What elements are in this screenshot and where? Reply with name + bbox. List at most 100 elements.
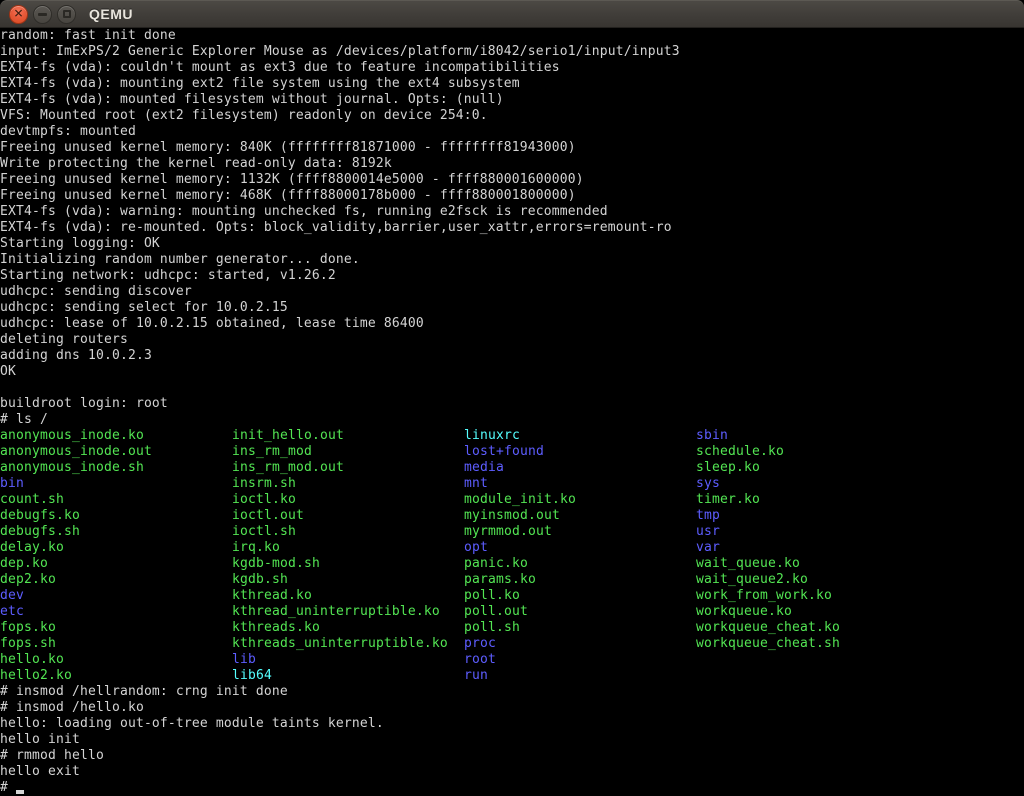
terminal-line: anonymous_inode.shins_rm_mod.outmediasle… — [0, 460, 1024, 476]
terminal-text-segment: insrm.sh — [232, 476, 296, 492]
terminal-text-segment: Starting network: udhcpc: started, v1.26… — [0, 268, 336, 284]
terminal-text-segment: root — [464, 652, 496, 668]
terminal-line: EXT4-fs (vda): mounting ext2 file system… — [0, 76, 1024, 92]
terminal-text-segment: # insmod /hellrandom: crng init done — [0, 684, 288, 700]
titlebar[interactable]: ✕ QEMU — [0, 0, 1024, 28]
terminal-line: Starting network: udhcpc: started, v1.26… — [0, 268, 1024, 284]
terminal-text-segment: ioctl.ko — [232, 492, 296, 508]
terminal-text-segment: lost+found — [464, 444, 544, 460]
terminal-text-segment: hello.ko — [0, 652, 64, 668]
minimize-button[interactable] — [33, 5, 52, 24]
terminal-text-segment: Freeing unused kernel memory: 1132K (fff… — [0, 172, 584, 188]
terminal-text-segment: OK — [0, 364, 16, 380]
terminal-line: devtmpfs: mounted — [0, 124, 1024, 140]
terminal-line: fops.kokthreads.kopoll.shworkqueue_cheat… — [0, 620, 1024, 636]
terminal-text-segment: deleting routers — [0, 332, 128, 348]
terminal-text-segment: tmp — [696, 508, 720, 524]
terminal-text-segment: ins_rm_mod.out — [232, 460, 344, 476]
terminal-line: anonymous_inode.outins_rm_modlost+founds… — [0, 444, 1024, 460]
terminal-text-segment: myrmmod.out — [464, 524, 552, 540]
terminal-text-segment: media — [464, 460, 504, 476]
terminal-text-segment: kgdb-mod.sh — [232, 556, 320, 572]
terminal-text-segment: run — [464, 668, 488, 684]
terminal-line: fops.shkthreads_uninterruptible.koprocwo… — [0, 636, 1024, 652]
terminal-text-segment: Initializing random number generator... … — [0, 252, 360, 268]
terminal-text-segment: dep2.ko — [0, 572, 56, 588]
terminal-line: etckthread_uninterruptible.kopoll.outwor… — [0, 604, 1024, 620]
terminal-line: EXT4-fs (vda): re-mounted. Opts: block_v… — [0, 220, 1024, 236]
terminal-text-segment: Freeing unused kernel memory: 468K (ffff… — [0, 188, 576, 204]
terminal-text-segment: # — [0, 780, 16, 796]
qemu-window: ✕ QEMU random: fast init doneinput: ImEx… — [0, 0, 1024, 796]
terminal-line: EXT4-fs (vda): couldn't mount as ext3 du… — [0, 60, 1024, 76]
terminal-text-segment: hello init — [0, 732, 80, 748]
terminal-text-segment: sbin — [696, 428, 728, 444]
maximize-button[interactable] — [57, 5, 76, 24]
terminal-line: debugfs.koioctl.outmyinsmod.outtmp — [0, 508, 1024, 524]
terminal-line — [0, 380, 1024, 396]
terminal-text-segment: poll.out — [464, 604, 528, 620]
terminal-line: Initializing random number generator... … — [0, 252, 1024, 268]
terminal-text-segment: EXT4-fs (vda): mounted filesystem withou… — [0, 92, 504, 108]
terminal-line: # insmod /hello.ko — [0, 700, 1024, 716]
terminal-text-segment: hello exit — [0, 764, 80, 780]
terminal-text-segment: lib64 — [232, 668, 272, 684]
terminal-text-segment: EXT4-fs (vda): re-mounted. Opts: block_v… — [0, 220, 672, 236]
terminal-line: Write protecting the kernel read-only da… — [0, 156, 1024, 172]
close-icon: ✕ — [13, 8, 23, 20]
terminal-line: # rmmod hello — [0, 748, 1024, 764]
terminal-line: hello init — [0, 732, 1024, 748]
terminal-text-segment: linuxrc — [464, 428, 520, 444]
terminal-text-segment: input: ImExPS/2 Generic Explorer Mouse a… — [0, 44, 680, 60]
terminal-line: deleting routers — [0, 332, 1024, 348]
terminal-line: devkthread.kopoll.kowork_from_work.ko — [0, 588, 1024, 604]
terminal-text-segment: workqueue_cheat.ko — [696, 620, 840, 636]
terminal-text-segment: workqueue_cheat.sh — [696, 636, 840, 652]
terminal-text-segment: dev — [0, 588, 24, 604]
terminal-line: adding dns 10.0.2.3 — [0, 348, 1024, 364]
terminal-text-segment: hello2.ko — [0, 668, 72, 684]
terminal-text-segment: EXT4-fs (vda): mounting ext2 file system… — [0, 76, 520, 92]
terminal-text-segment: Starting logging: OK — [0, 236, 160, 252]
terminal-line: input: ImExPS/2 Generic Explorer Mouse a… — [0, 44, 1024, 60]
terminal-text-segment: Write protecting the kernel read-only da… — [0, 156, 392, 172]
terminal-line: hello exit — [0, 764, 1024, 780]
terminal-line: hello: loading out-of-tree module taints… — [0, 716, 1024, 732]
terminal-line: count.shioctl.komodule_init.kotimer.ko — [0, 492, 1024, 508]
terminal-text-segment: devtmpfs: mounted — [0, 124, 136, 140]
terminal-text-segment: schedule.ko — [696, 444, 784, 460]
terminal-text-segment: # rmmod hello — [0, 748, 104, 764]
terminal-text-segment: EXT4-fs (vda): warning: mounting uncheck… — [0, 204, 608, 220]
terminal-text-segment: myinsmod.out — [464, 508, 560, 524]
terminal-line: EXT4-fs (vda): mounted filesystem withou… — [0, 92, 1024, 108]
terminal-line: dep2.kokgdb.shparams.kowait_queue2.ko — [0, 572, 1024, 588]
terminal-line: debugfs.shioctl.shmyrmmod.outusr — [0, 524, 1024, 540]
terminal-text-segment: debugfs.ko — [0, 508, 80, 524]
terminal-text-segment: delay.ko — [0, 540, 64, 556]
terminal-text-segment: anonymous_inode.ko — [0, 428, 144, 444]
terminal-text-segment: hello: loading out-of-tree module taints… — [0, 716, 384, 732]
terminal-line: # insmod /hellrandom: crng init done — [0, 684, 1024, 700]
terminal-text-segment: VFS: Mounted root (ext2 filesystem) read… — [0, 108, 488, 124]
terminal-line: Freeing unused kernel memory: 840K (ffff… — [0, 140, 1024, 156]
terminal-line: Freeing unused kernel memory: 1132K (fff… — [0, 172, 1024, 188]
terminal-text-segment: lib — [232, 652, 256, 668]
terminal-text-segment: etc — [0, 604, 24, 620]
terminal-text-segment: adding dns 10.0.2.3 — [0, 348, 152, 364]
terminal-text-segment: # ls / — [0, 412, 48, 428]
terminal-cursor — [16, 790, 24, 794]
close-button[interactable]: ✕ — [9, 5, 28, 24]
terminal-text-segment: bin — [0, 476, 24, 492]
terminal-text-segment: timer.ko — [696, 492, 760, 508]
terminal-text-segment: poll.ko — [464, 588, 520, 604]
terminal-line: # ls / — [0, 412, 1024, 428]
terminal-text-segment: debugfs.sh — [0, 524, 80, 540]
terminal-line: udhcpc: lease of 10.0.2.15 obtained, lea… — [0, 316, 1024, 332]
terminal-text-segment: kgdb.sh — [232, 572, 288, 588]
terminal-line: Starting logging: OK — [0, 236, 1024, 252]
terminal-text-segment: random: fast init done — [0, 28, 176, 44]
terminal-text-segment: panic.ko — [464, 556, 528, 572]
terminal-screen[interactable]: random: fast init doneinput: ImExPS/2 Ge… — [0, 28, 1024, 796]
terminal-text-segment: work_from_work.ko — [696, 588, 832, 604]
terminal-text-segment: module_init.ko — [464, 492, 576, 508]
